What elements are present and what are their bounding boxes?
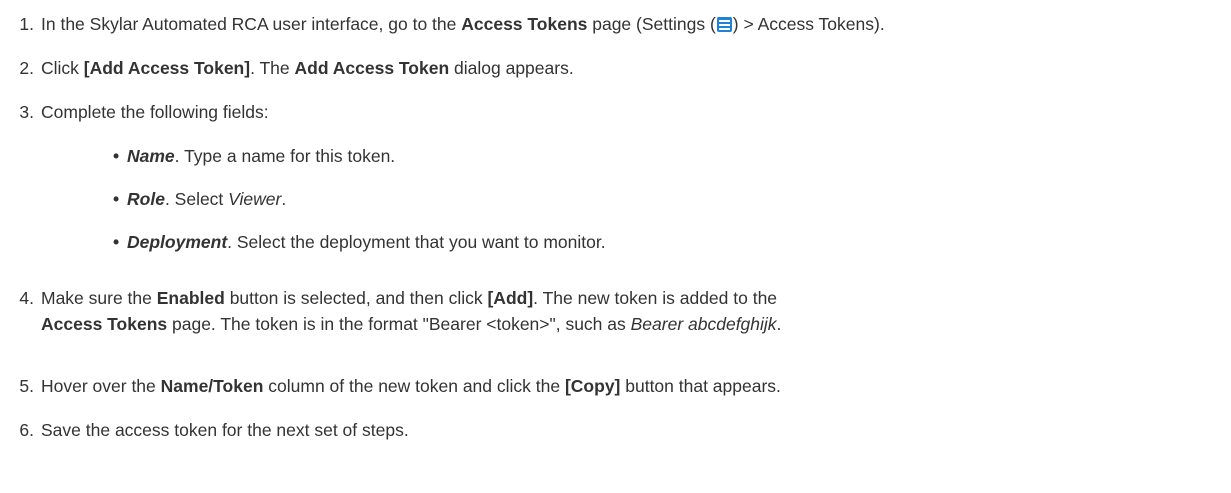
step-5: 5. Hover over the Name/Token column of t… [19, 376, 781, 396]
instructions: 1. In the Skylar Automated RCA user inte… [0, 0, 1231, 493]
step-3: 3. Complete the following fields: [19, 102, 269, 122]
step-4: 4. Make sure the Enabled button is selec… [19, 288, 782, 334]
step-6: 6. Save the access token for the next se… [19, 420, 409, 440]
step-2: 2. Click [Add Access Token]. The Add Acc… [19, 58, 574, 78]
step-1: 1. In the Skylar Automated RCA user inte… [19, 14, 885, 34]
settings-menu-icon [716, 17, 732, 32]
field-name: • Name. Type a name for this token. [113, 146, 396, 166]
field-role: • Role. Select Viewer. [113, 189, 287, 209]
field-deployment: • Deployment. Select the deployment that … [113, 232, 606, 252]
